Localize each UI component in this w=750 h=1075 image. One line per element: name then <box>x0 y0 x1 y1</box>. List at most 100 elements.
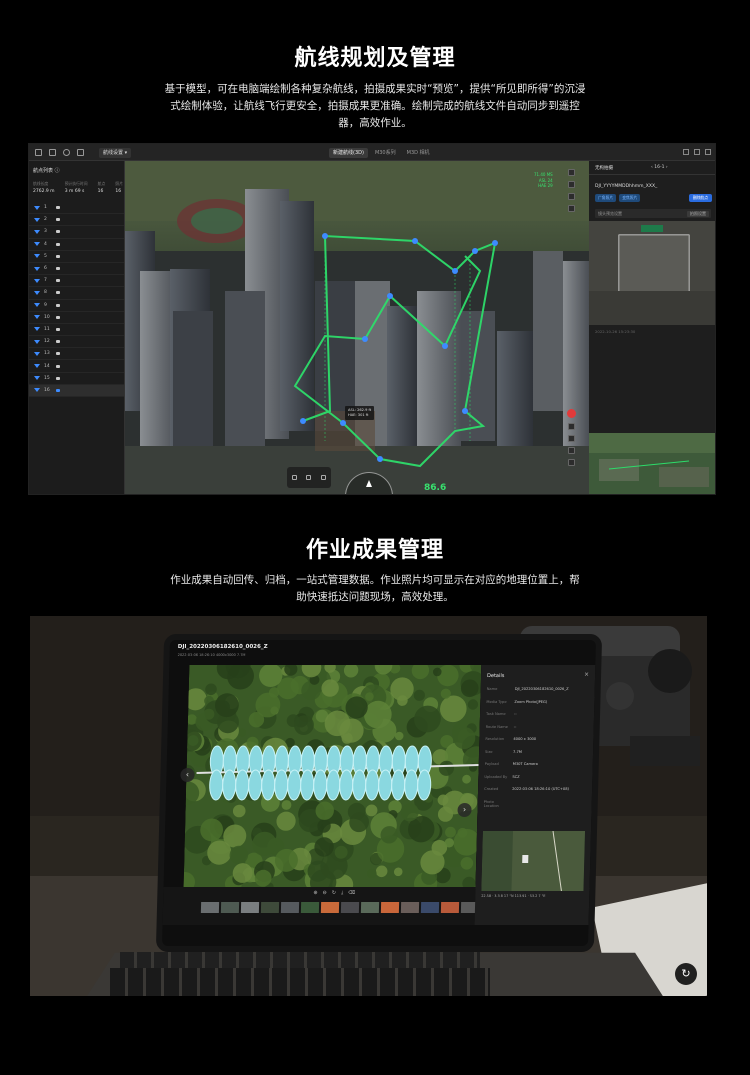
waypoint-row[interactable]: 14 <box>29 360 124 373</box>
detail-key: Route Name <box>485 724 508 729</box>
download-icon[interactable]: ⤓ <box>341 890 343 896</box>
maximize-icon[interactable] <box>694 149 700 155</box>
thumbnail[interactable] <box>320 902 340 913</box>
ruler-icon[interactable] <box>567 181 575 188</box>
waypoint-row[interactable]: 4 <box>29 239 124 251</box>
thumbnail[interactable] <box>260 902 280 913</box>
zoom-in-icon[interactable] <box>291 475 297 480</box>
stat-value: 3 m 69 s <box>64 189 85 194</box>
route-settings-label: 航线设置 <box>103 150 124 156</box>
tab-aircraft[interactable]: M30系列 <box>371 148 400 158</box>
stat-value: 2762.9 m <box>33 189 55 194</box>
waypoint-number: 15 <box>44 375 50 381</box>
waypoint-row[interactable]: 16 <box>29 384 124 397</box>
detail-key: Payload <box>484 762 499 766</box>
waypoint-index[interactable]: ‹ 16-1 › <box>651 165 668 170</box>
thumbnail[interactable] <box>380 902 400 913</box>
waypoint-marker-icon <box>34 254 40 259</box>
thumbnail[interactable] <box>440 902 460 913</box>
zoom-icon[interactable] <box>567 459 575 466</box>
target-icon[interactable] <box>567 447 575 454</box>
thumbnail[interactable] <box>200 902 220 913</box>
location-icon[interactable] <box>567 193 575 200</box>
waypoint-list: 1 2 3 4 5 6 7 8 9 10 11 12 13 14 15 16 <box>29 202 124 397</box>
waypoint-number: 4 <box>44 241 47 247</box>
thumbnail[interactable] <box>300 902 320 913</box>
section1-desc-line: 基于模型，可在电脑端绘制各种复杂航线，拍摄成果实时“预览”，提供“所见即所得”的… <box>164 83 586 95</box>
rotate-icon[interactable]: ↻ <box>332 890 336 896</box>
thumbnail[interactable] <box>360 902 380 913</box>
save-icon[interactable] <box>77 149 84 156</box>
waypoint-marker-icon <box>34 229 40 234</box>
waypoint-row[interactable]: 6 <box>29 263 124 276</box>
thumbnail[interactable] <box>240 902 260 913</box>
thumbnail[interactable] <box>340 902 360 913</box>
thumbnail[interactable] <box>280 902 300 913</box>
waypoint-number: 6 <box>44 266 47 272</box>
waypoint-row[interactable]: 2 <box>29 214 124 227</box>
photo-location-map[interactable] <box>481 831 586 891</box>
waypoint-number: 10 <box>44 314 50 320</box>
waypoint-row[interactable]: 11 <box>29 324 124 337</box>
help-icon[interactable] <box>63 149 70 156</box>
camera-action-icon <box>56 279 60 283</box>
thumbnail[interactable] <box>400 902 420 913</box>
camera-action-icon <box>56 267 60 271</box>
tag-zoom[interactable]: 变焦照片 <box>619 194 641 202</box>
waypoint-row[interactable]: 1 <box>29 202 124 215</box>
heading-readout: 86.6 <box>424 483 447 493</box>
waypoint-row[interactable]: 12 <box>29 336 124 349</box>
record-button[interactable] <box>566 409 576 418</box>
waypoint-row[interactable]: 10 <box>29 312 124 324</box>
tab-new-route[interactable]: 新建航线(3D) <box>329 148 368 158</box>
thumbnail[interactable] <box>420 902 440 913</box>
waypoint-row[interactable]: 3 <box>29 226 124 239</box>
media-title: DJI_20220306182610_0026_Z <box>177 644 268 650</box>
waypoint-row[interactable]: 7 <box>29 275 124 288</box>
zoom-out-icon[interactable]: ⊖ <box>323 890 327 896</box>
detail-value: DJI_20220306182610_0026_Z <box>514 687 569 691</box>
waypoint-marker-icon <box>34 315 40 320</box>
detail-value: 2022-03-06 18:26:10 (UTC+08) <box>512 787 569 791</box>
waypoint-marker-icon <box>34 327 40 332</box>
detail-value: -- <box>514 712 517 716</box>
thumbnail[interactable] <box>220 902 240 913</box>
layers-icon[interactable] <box>567 169 575 176</box>
minimap-render <box>481 831 586 891</box>
waypoint-row[interactable]: 5 <box>29 251 124 263</box>
tab-camera[interactable]: M3D 相机 <box>403 148 434 158</box>
camera-icon[interactable] <box>567 423 575 430</box>
3d-city-map[interactable] <box>125 161 589 494</box>
refresh-icon[interactable]: ↻ <box>675 963 697 985</box>
route-settings-dropdown[interactable]: 航线设置 ▾ <box>99 148 132 158</box>
minimap-thumbnail[interactable] <box>589 433 715 494</box>
stat-key: 航点 <box>97 181 106 186</box>
close-icon[interactable]: × <box>584 671 589 678</box>
grid-icon[interactable] <box>567 435 575 442</box>
close-icon[interactable] <box>705 149 711 155</box>
stat-value: 16 <box>115 189 122 194</box>
viewer-toolbar: ⊕ ⊖ ↻ ⤓ ⌫ <box>313 890 355 896</box>
waypoint-row[interactable]: 9 <box>29 300 124 312</box>
recenter-icon[interactable] <box>321 475 327 480</box>
zoom-out-icon[interactable] <box>306 475 312 480</box>
zoom-in-icon[interactable]: ⊕ <box>313 890 317 896</box>
waypoint-row[interactable]: 8 <box>29 287 124 300</box>
menu-icon[interactable] <box>49 149 56 156</box>
stat-key: 照片 <box>115 181 123 186</box>
waypoint-panel: 航点列表 ⓘ 航线长度 2762.9 m 预计执行时间 3 m 69 s 航点 16 … <box>29 161 125 494</box>
media-viewer[interactable] <box>183 665 482 887</box>
camera-action-icon <box>56 327 60 331</box>
waypoint-row[interactable]: 15 <box>29 373 124 385</box>
camera-action-icon <box>56 206 60 210</box>
photo-settings-button[interactable]: 拍照设置 <box>687 210 709 217</box>
delete-waypoint-button[interactable]: 删除航点 <box>688 194 712 202</box>
back-icon[interactable] <box>35 149 42 156</box>
minimize-icon[interactable] <box>683 149 689 155</box>
waypoint-marker-icon <box>34 376 40 381</box>
waypoint-marker-icon <box>34 351 40 356</box>
tag-wide[interactable]: 广角照片 <box>595 194 617 202</box>
waypoint-row[interactable]: 13 <box>29 348 124 361</box>
settings-icon[interactable] <box>567 205 575 212</box>
delete-icon[interactable]: ⌫ <box>348 890 355 896</box>
